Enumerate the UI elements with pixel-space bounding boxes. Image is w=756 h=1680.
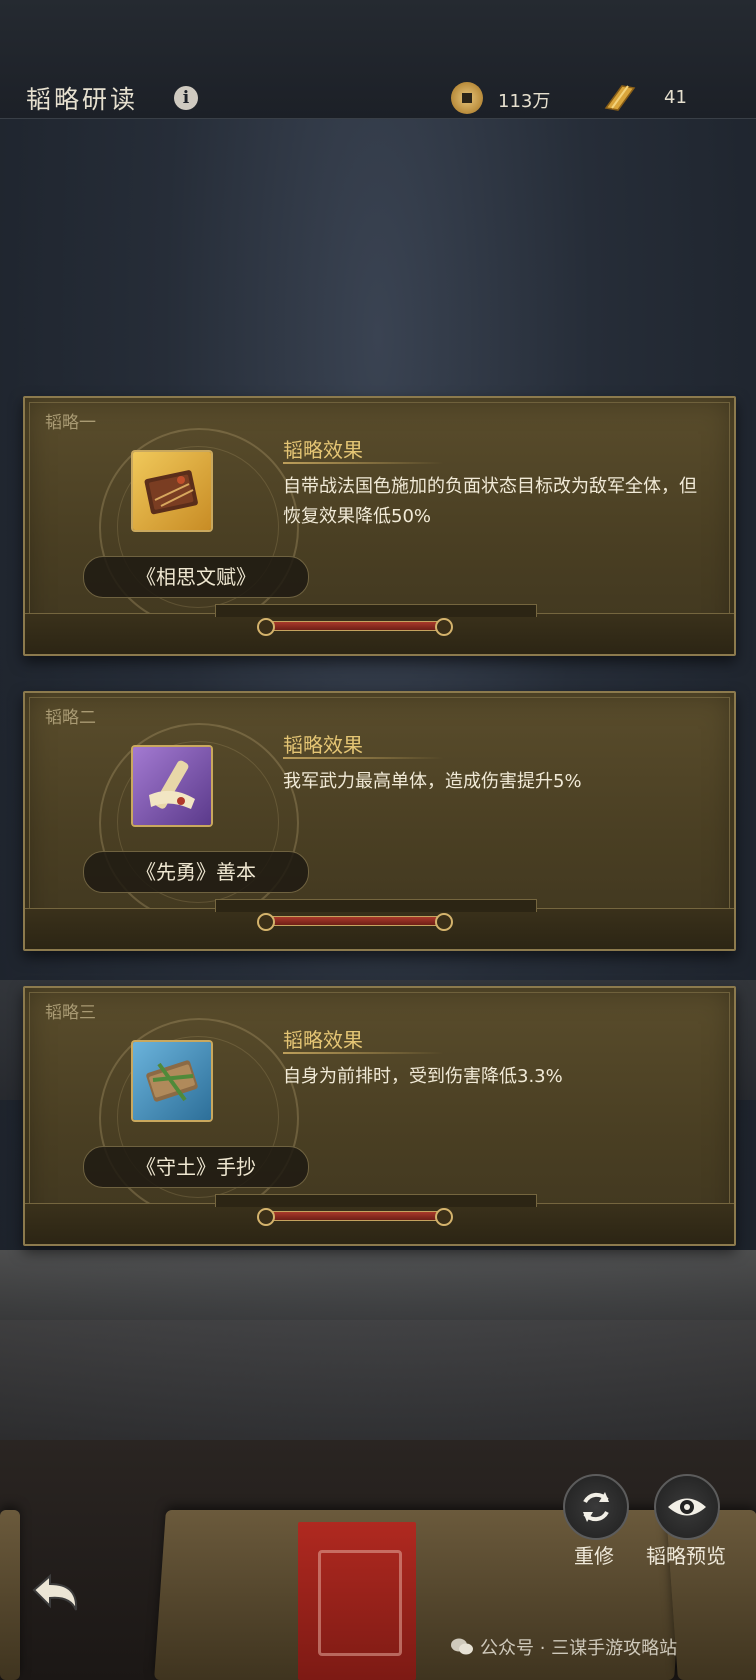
decorative-slider [257, 618, 453, 636]
page-title: 韬略研读 [26, 85, 139, 114]
scroll-item-icon [149, 760, 195, 809]
coin-count: 113万 [498, 91, 551, 112]
preview-button[interactable] [654, 1474, 720, 1540]
strategy-card-3[interactable]: 韬略三 《守土》手抄 韬略效果 自身为前排时，受到伤害降低3.3% [23, 986, 736, 1246]
book-name[interactable]: 《先勇》善本 [83, 851, 309, 893]
tied-book-icon [146, 1060, 198, 1102]
effect-description: 我军武力最高单体，造成伤害提升5% [283, 771, 582, 792]
divider [283, 757, 443, 759]
card-label: 韬略二 [45, 708, 96, 728]
item-slot[interactable] [133, 747, 211, 825]
back-arrow-icon[interactable] [18, 1566, 88, 1626]
background-shelf-lower [0, 1320, 756, 1440]
rebuild-button[interactable] [563, 1474, 629, 1540]
card-footer [25, 908, 734, 949]
info-icon[interactable]: i [174, 86, 198, 110]
wechat-icon [451, 1638, 473, 1655]
gift-book-icon [144, 470, 198, 515]
eye-icon [668, 1498, 706, 1516]
refresh-icon [583, 1492, 609, 1522]
divider [283, 462, 443, 464]
seal-glyph [318, 1550, 402, 1656]
effect-description: 自身为前排时，受到伤害降低3.3% [283, 1066, 563, 1087]
background-book-left [0, 1510, 20, 1680]
card-label: 韬略一 [45, 413, 96, 433]
background-shelf [0, 1250, 756, 1320]
coin-icon [451, 82, 483, 114]
card-footer [25, 613, 734, 654]
decorative-slider [257, 1208, 453, 1226]
watermark-text: 公众号 · 三谋手游攻略站 [480, 1638, 678, 1659]
strategy-card-2[interactable]: 韬略二 《先勇》善本 韬略效果 我军武力最高单体，造成伤害提升5% [23, 691, 736, 951]
scroll-count: 41 [664, 87, 687, 108]
item-slot[interactable] [133, 1042, 211, 1120]
decorative-slider [257, 913, 453, 931]
rebuild-label[interactable]: 重修 [563, 1540, 625, 1569]
preview-label[interactable]: 韬略预览 [636, 1540, 736, 1569]
top-bar: 韬略研读 i 113万 41 [0, 0, 756, 119]
card-label: 韬略三 [45, 1003, 96, 1023]
effect-title: 韬略效果 [283, 1028, 363, 1052]
effect-description: 自带战法国色施加的负面状态目标改为敌军全体，但恢复效果降低50% [283, 476, 697, 527]
book-name[interactable]: 《相思文赋》 [83, 556, 309, 598]
card-footer [25, 1203, 734, 1244]
divider [283, 1052, 443, 1054]
book-name[interactable]: 《守土》手抄 [83, 1146, 309, 1188]
strategy-card-1[interactable]: 韬略一 《相思文赋》 韬略效果 自带战法国色施加的负面状态目标改为敌军全体，但恢… [23, 396, 736, 656]
item-slot[interactable] [133, 452, 211, 530]
effect-title: 韬略效果 [283, 438, 363, 462]
effect-title: 韬略效果 [283, 733, 363, 757]
scroll-icon [604, 85, 636, 111]
